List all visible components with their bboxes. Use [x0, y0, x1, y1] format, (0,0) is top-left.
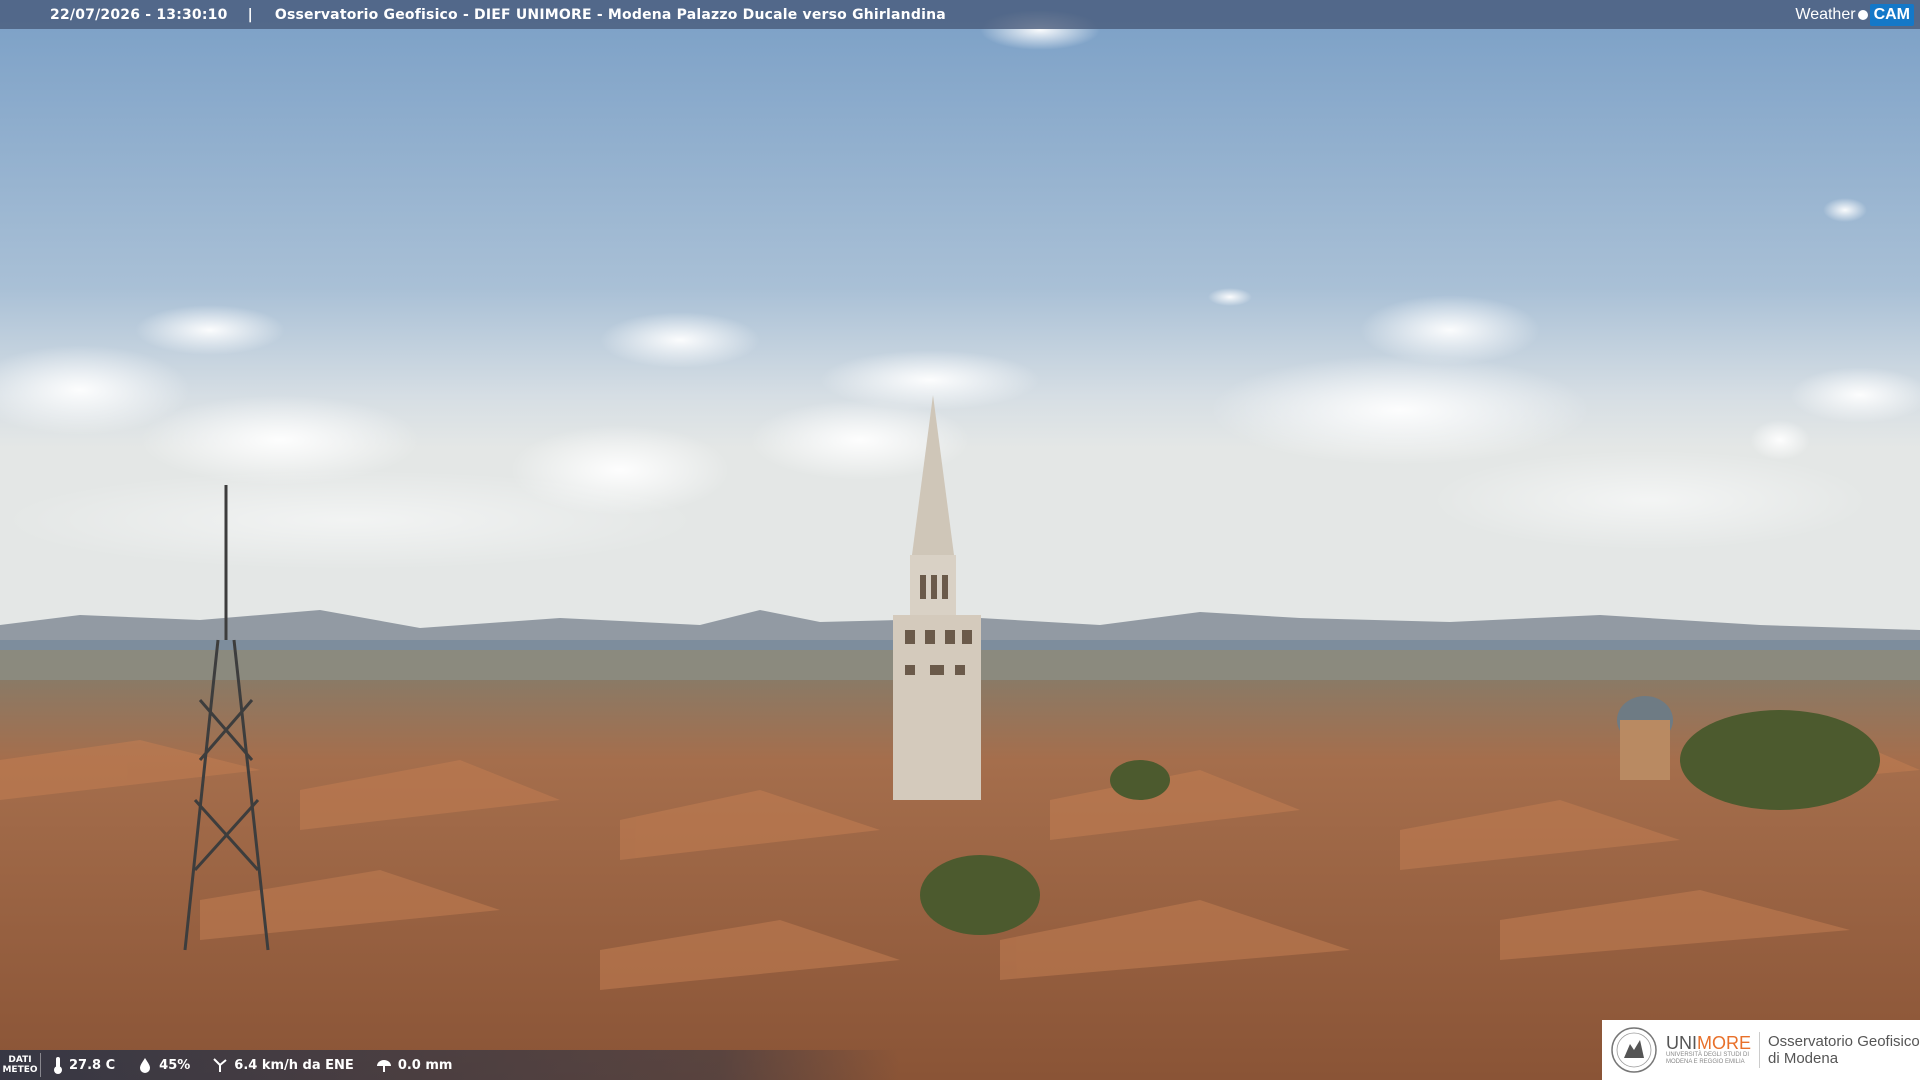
wind-icon	[213, 1058, 227, 1072]
meteo-label-line1: DATI	[8, 1055, 32, 1065]
temperature-value: 27.8 C	[69, 1057, 116, 1073]
unimore-logo-box: UNIMORE UNIVERSITÀ DEGLI STUDI DI MODENA…	[1602, 1020, 1920, 1080]
observatory-line1: Osservatorio Geofisico	[1768, 1033, 1920, 1050]
unimore-seal-icon	[1611, 1027, 1657, 1073]
separator: |	[247, 6, 253, 23]
brand-weather: Weather	[1795, 5, 1856, 23]
unimore-suffix: MORE	[1697, 1033, 1751, 1053]
meteo-data-bar: DATI METEO 27.8 C 45% 6.4 km/h da ENE 0.…	[0, 1050, 900, 1080]
meteo-label: DATI METEO	[0, 1053, 41, 1077]
thermometer-icon	[54, 1057, 62, 1074]
brand-cam: CAM	[1869, 3, 1914, 26]
observatory-line2: di Modena	[1768, 1050, 1839, 1067]
top-info-bar: 22/07/2026 - 13:30:10 | Osservatorio Geo…	[0, 0, 1920, 29]
rain-value: 0.0 mm	[397, 1057, 453, 1073]
dome	[1617, 696, 1673, 780]
unimore-subtitle-1: UNIVERSITÀ DEGLI STUDI DI	[1666, 1052, 1750, 1058]
camera-title: Osservatorio Geofisico - DIEF UNIMORE - …	[274, 6, 946, 23]
unimore-wordmark: UNIMORE UNIVERSITÀ DEGLI STUDI DI MODENA…	[1666, 1034, 1751, 1066]
webcam-scene	[0, 0, 1920, 1080]
rain-icon	[376, 1060, 391, 1072]
observatory-name: Osservatorio Geofisico di Modena	[1768, 1033, 1920, 1067]
logo-divider	[1759, 1032, 1760, 1068]
wind-reading: 6.4 km/h da ENE	[212, 1057, 354, 1073]
humidity-value: 45%	[159, 1057, 191, 1073]
wind-value: 6.4 km/h da ENE	[234, 1057, 354, 1073]
humidity-reading: 45%	[137, 1057, 190, 1073]
unimore-prefix: UNI	[1666, 1033, 1697, 1053]
unimore-subtitle-2: MODENA E REGGIO EMILIA	[1666, 1059, 1745, 1065]
weathercam-logo: Weather CAM	[1789, 0, 1920, 29]
brand-dot-icon	[1857, 9, 1868, 20]
meteo-label-line2: METEO	[2, 1065, 38, 1075]
rain-reading: 0.0 mm	[376, 1057, 453, 1073]
timestamp: 22/07/2026 - 13:30:10	[50, 6, 228, 23]
temperature-reading: 27.8 C	[53, 1056, 115, 1074]
humidity-icon	[140, 1058, 151, 1073]
